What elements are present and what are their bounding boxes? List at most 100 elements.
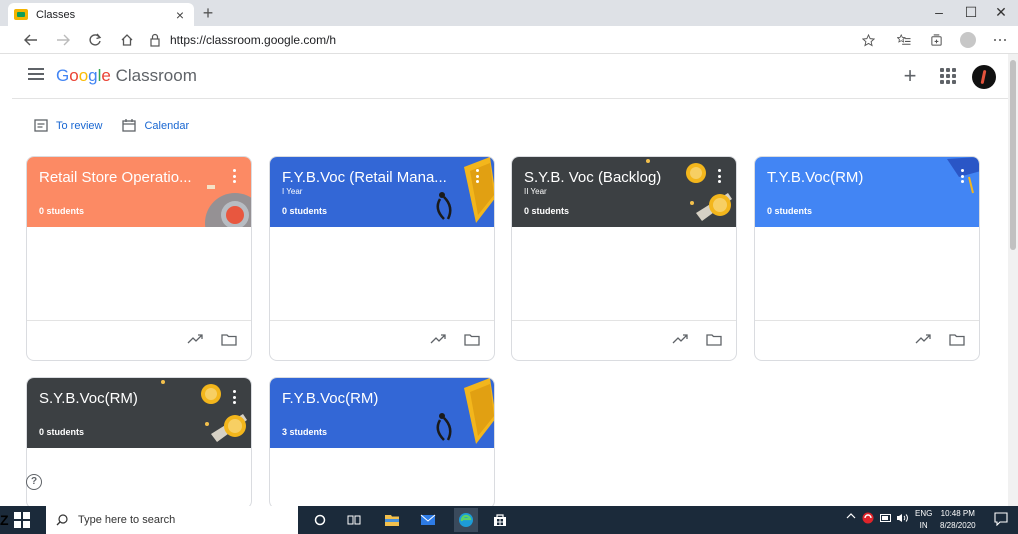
page-scrollbar[interactable]: [1008, 54, 1018, 506]
class-card-body: [512, 227, 736, 321]
browser-titlebar: Classes × + – ☐ ✕: [0, 0, 1018, 26]
class-card-body: [27, 227, 251, 321]
forward-button[interactable]: [52, 29, 74, 51]
class-card[interactable]: S.Y.B.Voc(RM) 0 students: [26, 377, 252, 509]
class-card-body: [270, 448, 494, 508]
tab-close-icon[interactable]: ×: [172, 7, 188, 23]
account-avatar[interactable]: [972, 65, 996, 89]
calendar-link[interactable]: Calendar: [122, 119, 189, 132]
student-count: 0 students: [767, 206, 813, 216]
favorites-list-button[interactable]: [894, 30, 914, 50]
gradebook-trend-icon[interactable]: [187, 333, 203, 345]
help-icon[interactable]: ?: [26, 474, 42, 490]
volume-icon[interactable]: [896, 513, 908, 525]
class-card-header[interactable]: S.Y.B.Voc(RM) 0 students: [27, 378, 251, 448]
notifications-icon[interactable]: [994, 512, 1008, 528]
battery-icon[interactable]: [880, 514, 892, 524]
class-section: I Year: [282, 187, 303, 196]
card-more-options-icon[interactable]: [718, 169, 722, 183]
classroom-favicon-icon: [14, 9, 28, 20]
settings-more-button[interactable]: [990, 30, 1010, 50]
windows-start-icon[interactable]: [14, 512, 30, 528]
task-view-icon[interactable]: [344, 510, 364, 530]
student-count: 0 students: [39, 427, 85, 437]
class-card[interactable]: T.Y.B.Voc(RM) 0 students: [754, 156, 980, 361]
home-button[interactable]: [116, 29, 138, 51]
star-icon: [861, 33, 875, 46]
class-title[interactable]: F.Y.B.Voc (Retail Mana...: [282, 169, 450, 186]
class-title[interactable]: S.Y.B. Voc (Backlog): [524, 169, 692, 186]
class-card[interactable]: F.Y.B.Voc (Retail Mana... I Year 0 stude…: [269, 156, 495, 361]
edge-stray-character: Z: [0, 512, 9, 528]
close-window-button[interactable]: ✕: [986, 2, 1016, 22]
more-horizontal-icon: [994, 39, 1006, 41]
tab-title: Classes: [36, 8, 76, 21]
card-more-options-icon[interactable]: [476, 169, 480, 183]
show-hidden-icons-icon[interactable]: [846, 512, 856, 522]
brand-product-name: Classroom: [115, 66, 197, 85]
address-field[interactable]: https://classroom.google.com/h: [148, 31, 848, 49]
refresh-button[interactable]: [84, 29, 106, 51]
google-apps-icon[interactable]: [938, 66, 956, 84]
input-language[interactable]: ENG IN: [915, 508, 932, 532]
arrow-left-icon: [24, 34, 37, 46]
brand-logo[interactable]: Google Classroom: [56, 66, 197, 86]
class-card-header[interactable]: F.Y.B.Voc (Retail Mana... I Year 0 stude…: [270, 157, 494, 227]
coins-illustration-icon: [161, 380, 247, 442]
gradebook-trend-icon[interactable]: [672, 333, 688, 345]
class-card-footer: [512, 321, 736, 360]
profile-button[interactable]: [958, 30, 978, 50]
folder-icon[interactable]: [706, 333, 722, 346]
browser-tab[interactable]: Classes ×: [8, 3, 194, 26]
class-card[interactable]: Retail Store Operatio... 0 students: [26, 156, 252, 361]
windows-taskbar: Type here to search ENG IN 10:48 PM 8/28…: [0, 506, 1018, 534]
graduation-cap-illustration-icon: [947, 157, 979, 194]
gradebook-trend-icon[interactable]: [915, 333, 931, 345]
profile-avatar-icon: [960, 32, 976, 48]
cortana-icon[interactable]: [310, 510, 330, 530]
class-title[interactable]: F.Y.B.Voc(RM): [282, 390, 450, 407]
edge-browser-icon[interactable]: [454, 508, 478, 532]
new-tab-button[interactable]: +: [198, 3, 218, 23]
quick-links: To review Calendar: [34, 119, 201, 132]
class-section: II Year: [524, 187, 547, 196]
class-title[interactable]: T.Y.B.Voc(RM): [767, 169, 935, 186]
review-icon: [34, 119, 48, 132]
antivirus-tray-icon[interactable]: [862, 512, 874, 526]
file-explorer-icon[interactable]: [382, 510, 402, 530]
folder-icon[interactable]: [949, 333, 965, 346]
to-review-label: To review: [56, 119, 103, 132]
scrollbar-thumb[interactable]: [1010, 60, 1016, 250]
card-more-options-icon[interactable]: [961, 169, 965, 183]
class-card[interactable]: S.Y.B. Voc (Backlog) II Year 0 students: [511, 156, 737, 361]
class-card[interactable]: F.Y.B.Voc(RM) 3 students: [269, 377, 495, 509]
create-join-class-button[interactable]: +: [898, 64, 922, 88]
gradebook-trend-icon[interactable]: [430, 333, 446, 345]
taskbar-search-box[interactable]: Type here to search: [46, 506, 298, 534]
back-button[interactable]: [20, 29, 42, 51]
class-card-header[interactable]: Retail Store Operatio... 0 students: [27, 157, 251, 227]
card-more-options-icon[interactable]: [233, 390, 237, 404]
class-card-header[interactable]: S.Y.B. Voc (Backlog) II Year 0 students: [512, 157, 736, 227]
class-card-header[interactable]: T.Y.B.Voc(RM) 0 students: [755, 157, 979, 227]
class-card-header[interactable]: F.Y.B.Voc(RM) 3 students: [270, 378, 494, 448]
folder-icon[interactable]: [464, 333, 480, 346]
mail-icon[interactable]: [418, 510, 438, 530]
folder-icon[interactable]: [221, 333, 237, 346]
maximize-button[interactable]: ☐: [956, 2, 986, 22]
store-icon[interactable]: [490, 510, 510, 530]
class-card-footer: [270, 321, 494, 360]
favorite-star-button[interactable]: [858, 30, 878, 50]
minimize-button[interactable]: –: [924, 2, 954, 22]
class-title[interactable]: S.Y.B.Voc(RM): [39, 390, 207, 407]
card-more-options-icon[interactable]: [233, 169, 237, 183]
to-review-link[interactable]: To review: [34, 119, 102, 132]
collections-button[interactable]: [926, 30, 946, 50]
home-icon: [121, 34, 133, 46]
class-card-footer: [755, 321, 979, 360]
class-card-footer: [27, 321, 251, 360]
system-clock[interactable]: 10:48 PM 8/28/2020: [940, 508, 976, 532]
class-title[interactable]: Retail Store Operatio...: [39, 169, 207, 186]
main-menu-icon[interactable]: [28, 68, 44, 82]
language-code: ENG: [915, 509, 933, 518]
